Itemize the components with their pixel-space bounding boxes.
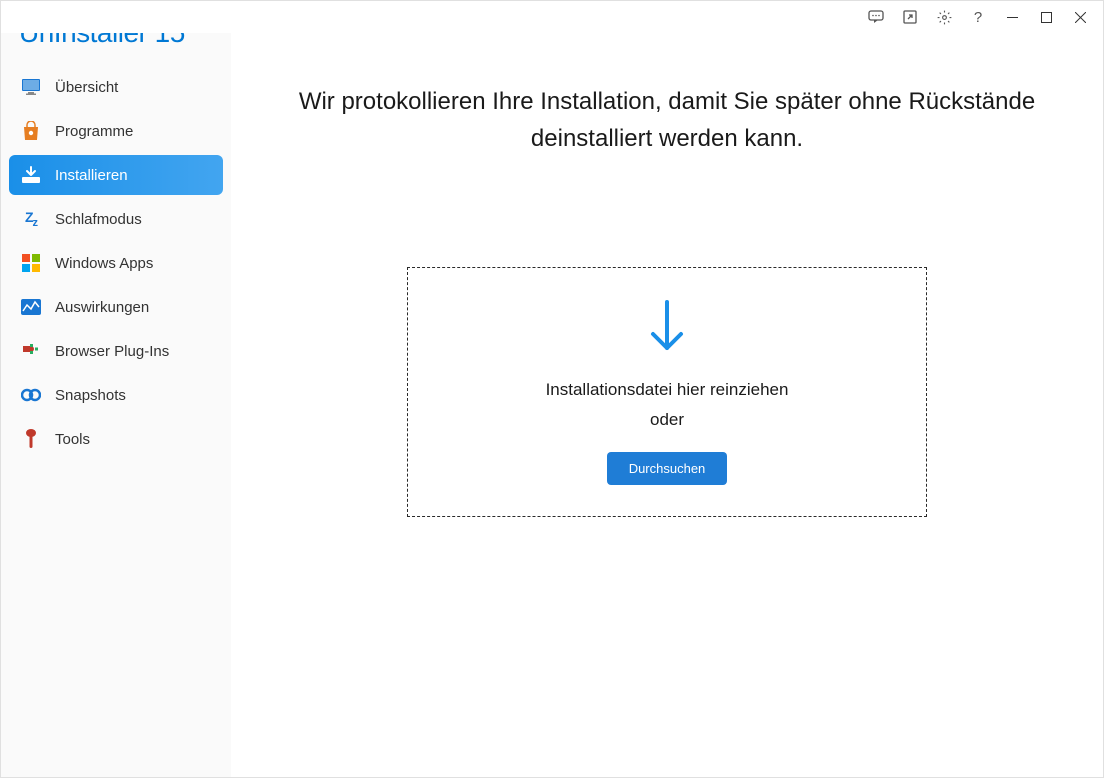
external-icon[interactable] bbox=[895, 3, 925, 31]
sidebar-item-overview[interactable]: Übersicht bbox=[9, 67, 223, 107]
product-name: UnInstaller 15 bbox=[19, 33, 213, 49]
sidebar-item-label: Installieren bbox=[55, 167, 128, 184]
app-logo: Ashampoo UnInstaller 15 bbox=[1, 33, 231, 59]
titlebar: ? bbox=[1, 1, 1103, 33]
sidebar-item-label: Auswirkungen bbox=[55, 299, 149, 316]
sidebar-item-label: Windows Apps bbox=[55, 255, 153, 272]
maximize-icon[interactable] bbox=[1031, 3, 1061, 31]
page-headline: Wir protokollieren Ihre Installation, da… bbox=[291, 83, 1043, 157]
sidebar-item-winapps[interactable]: Windows Apps bbox=[9, 243, 223, 283]
sidebar-item-label: Snapshots bbox=[55, 387, 126, 404]
plugin-icon bbox=[21, 341, 41, 361]
sidebar-item-install[interactable]: Installieren bbox=[9, 155, 223, 195]
install-dropzone[interactable]: Installationsdatei hier reinziehen oder … bbox=[407, 267, 927, 517]
main-content: Wir protokollieren Ihre Installation, da… bbox=[231, 33, 1103, 777]
install-download-icon bbox=[21, 165, 41, 185]
sidebar-item-label: Tools bbox=[55, 431, 90, 448]
sidebar-item-snapshots[interactable]: Snapshots bbox=[9, 375, 223, 415]
sidebar-item-tools[interactable]: Tools bbox=[9, 419, 223, 459]
bag-icon bbox=[21, 121, 41, 141]
feedback-icon[interactable] bbox=[861, 3, 891, 31]
dropzone-text-line1: Installationsdatei hier reinziehen bbox=[546, 378, 789, 402]
windows-icon bbox=[21, 253, 41, 273]
sidebar-item-label: Schlafmodus bbox=[55, 211, 142, 228]
browse-button[interactable]: Durchsuchen bbox=[607, 452, 728, 485]
help-icon[interactable]: ? bbox=[963, 3, 993, 31]
sidebar: Ashampoo UnInstaller 15 Übersicht bbox=[1, 33, 231, 777]
tools-icon bbox=[21, 429, 41, 449]
sidebar-item-plugins[interactable]: Browser Plug-Ins bbox=[9, 331, 223, 371]
sidebar-item-sleep[interactable]: Zz Schlafmodus bbox=[9, 199, 223, 239]
nav-list: Übersicht Programme bbox=[1, 59, 231, 471]
sidebar-item-programs[interactable]: Programme bbox=[9, 111, 223, 151]
sidebar-item-label: Übersicht bbox=[55, 79, 118, 96]
close-icon[interactable] bbox=[1065, 3, 1095, 31]
settings-icon[interactable] bbox=[929, 3, 959, 31]
minimize-icon[interactable] bbox=[997, 3, 1027, 31]
sidebar-item-label: Programme bbox=[55, 123, 133, 140]
sidebar-item-label: Browser Plug-Ins bbox=[55, 343, 169, 360]
impact-icon bbox=[21, 297, 41, 317]
sleep-icon: Zz bbox=[21, 209, 41, 229]
monitor-icon bbox=[21, 77, 41, 97]
snapshots-icon bbox=[21, 385, 41, 405]
arrow-down-icon bbox=[647, 300, 687, 354]
sidebar-item-impact[interactable]: Auswirkungen bbox=[9, 287, 223, 327]
dropzone-text-line2: oder bbox=[650, 408, 684, 432]
